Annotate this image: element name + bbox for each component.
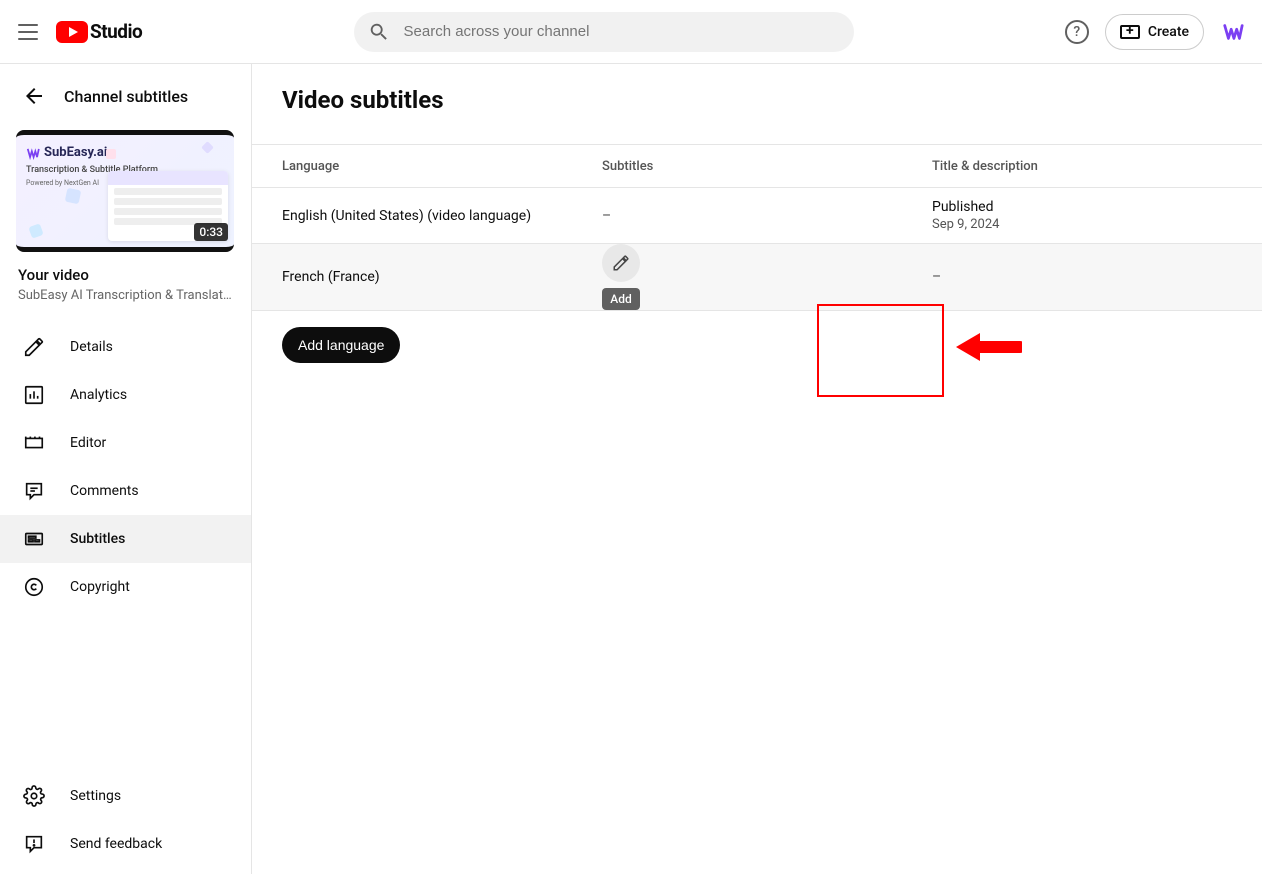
table-row[interactable]: English (United States) (video language)… — [252, 188, 1262, 244]
main-content: Video subtitles Language Subtitles Title… — [252, 64, 1262, 874]
sidebar-item-label: Subtitles — [70, 531, 125, 547]
create-plus-icon — [1120, 25, 1140, 39]
add-language-button[interactable]: Add language — [282, 327, 400, 363]
sidebar-item-analytics[interactable]: Analytics — [0, 371, 251, 419]
body: Channel subtitles SubEasy.ai Transcripti… — [0, 64, 1262, 874]
studio-logo[interactable]: Studio — [56, 20, 142, 43]
back-title: Channel subtitles — [64, 87, 188, 106]
help-icon[interactable]: ? — [1065, 20, 1089, 44]
row-titledesc: – — [932, 269, 1262, 285]
row-titledesc: Published Sep 9, 2024 — [932, 199, 1262, 232]
comments-icon — [22, 479, 46, 503]
account-badge-icon[interactable] — [1220, 19, 1246, 45]
header-right: ? Create — [1065, 14, 1246, 50]
sidebar-item-label: Details — [70, 339, 113, 355]
pencil-icon — [612, 254, 630, 272]
feedback-label: Send feedback — [70, 836, 162, 852]
sidebar-item-settings[interactable]: Settings — [0, 772, 251, 820]
add-tooltip: Add — [602, 288, 639, 310]
hamburger-menu-icon[interactable] — [16, 20, 40, 44]
sidebar-item-label: Editor — [70, 435, 106, 451]
sidebar-item-label: Comments — [70, 483, 139, 499]
feedback-icon — [22, 832, 46, 856]
create-label: Create — [1148, 24, 1189, 40]
sidebar-item-subtitles[interactable]: Subtitles — [0, 515, 251, 563]
subtitles-table: Language Subtitles Title & description E… — [252, 144, 1262, 311]
col-subtitles: Subtitles — [602, 159, 932, 174]
create-button[interactable]: Create — [1105, 14, 1204, 50]
row-subtitles: – — [602, 208, 932, 224]
thumb-line2: Powered by NextGen AI — [26, 179, 99, 187]
video-meta: Your video SubEasy AI Transcription & Tr… — [0, 258, 251, 313]
table-row[interactable]: French (France) Add – — [252, 244, 1262, 311]
sidebar: Channel subtitles SubEasy.ai Transcripti… — [0, 64, 252, 874]
search-box[interactable] — [354, 12, 854, 52]
gear-icon — [22, 784, 46, 808]
thumbnail-duration: 0:33 — [194, 223, 228, 241]
search-icon — [368, 21, 390, 43]
back-row[interactable]: Channel subtitles — [0, 74, 251, 118]
sidebar-item-comments[interactable]: Comments — [0, 467, 251, 515]
sidebar-item-copyright[interactable]: Copyright — [0, 563, 251, 611]
video-thumbnail[interactable]: SubEasy.ai Transcription & Subtitle Plat… — [16, 130, 234, 252]
sidebar-nav: Details Analytics Editor Comments Subtit… — [0, 323, 251, 611]
pencil-icon — [22, 335, 46, 359]
add-subtitles-button[interactable] — [602, 244, 640, 282]
sidebar-item-editor[interactable]: Editor — [0, 419, 251, 467]
settings-label: Settings — [70, 788, 121, 804]
sidebar-item-feedback[interactable]: Send feedback — [0, 820, 251, 868]
sidebar-item-details[interactable]: Details — [0, 323, 251, 371]
copyright-icon — [22, 575, 46, 599]
add-subtitles-wrap: Add — [602, 244, 640, 310]
page-title: Video subtitles — [252, 86, 1262, 114]
row-subtitles: Add — [602, 244, 932, 310]
analytics-icon — [22, 383, 46, 407]
annotation-highlight-box — [817, 304, 944, 397]
editor-icon — [22, 431, 46, 455]
app-header: Studio ? Create — [0, 0, 1262, 64]
sidebar-item-label: Analytics — [70, 387, 127, 403]
search-input[interactable] — [404, 23, 840, 40]
your-video-label: Your video — [18, 266, 233, 284]
thumb-brand: SubEasy.ai — [26, 145, 107, 160]
video-title: SubEasy AI Transcription & Translati… — [18, 288, 233, 303]
col-titledesc: Title & description — [932, 159, 1262, 174]
row-language: English (United States) (video language) — [252, 208, 602, 224]
table-header: Language Subtitles Title & description — [252, 144, 1262, 188]
subtitles-icon — [22, 527, 46, 551]
back-arrow-icon — [22, 84, 46, 108]
header-center — [158, 12, 1049, 52]
video-thumbnail-wrap: SubEasy.ai Transcription & Subtitle Plat… — [0, 118, 251, 258]
logo-text: Studio — [90, 20, 142, 43]
row-language: French (France) — [252, 269, 602, 285]
youtube-play-icon — [56, 21, 88, 43]
col-language: Language — [252, 159, 602, 174]
annotation-arrow-icon — [952, 327, 1022, 371]
sidebar-item-label: Copyright — [70, 579, 130, 595]
